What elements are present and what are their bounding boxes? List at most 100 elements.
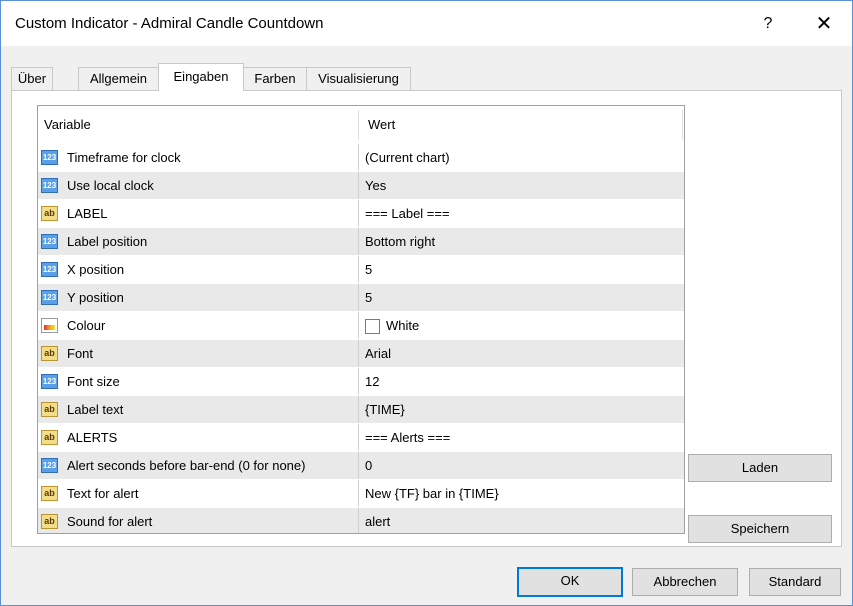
- cancel-button[interactable]: Abbrechen: [632, 568, 738, 596]
- table-row[interactable]: 123 Timeframe for clock (Current chart): [38, 143, 684, 172]
- variable-label: LABEL: [67, 206, 108, 221]
- inputs-grid: Variable Wert 123 Timeframe for clock (Cur…: [37, 105, 685, 534]
- variable-label: ALERTS: [67, 430, 118, 445]
- table-row[interactable]: 123 X position 5: [38, 255, 684, 284]
- value-label: === Alerts ===: [365, 430, 451, 445]
- table-row[interactable]: ab Font Arial: [38, 339, 684, 368]
- value-label: New {TF} bar in {TIME}: [365, 486, 499, 501]
- value-label: alert: [365, 514, 391, 529]
- number-icon: 123: [41, 374, 58, 389]
- number-icon: 123: [41, 458, 58, 473]
- table-row[interactable]: ab Label text {TIME}: [38, 395, 684, 424]
- value-label: 5: [365, 290, 373, 305]
- variable-label: Use local clock: [67, 178, 154, 193]
- table-row[interactable]: 123 Alert seconds before bar-end (0 for n…: [38, 451, 684, 480]
- dialog-window: Custom Indicator - Admiral Candle Countd…: [0, 0, 853, 606]
- text-icon: ab: [41, 402, 58, 417]
- variable-cell[interactable]: Colour: [38, 312, 358, 340]
- column-divider[interactable]: [682, 110, 683, 140]
- text-icon: ab: [41, 206, 58, 221]
- table-row[interactable]: 123 Use local clock Yes: [38, 171, 684, 200]
- variable-cell[interactable]: ab Label text: [38, 396, 358, 424]
- variable-label: Label text: [67, 402, 124, 417]
- title-bar: Custom Indicator - Admiral Candle Countd…: [1, 1, 852, 46]
- variable-cell[interactable]: 123 Timeframe for clock: [38, 144, 358, 172]
- value-cell[interactable]: 0: [358, 452, 682, 480]
- table-row[interactable]: 123 Y position 5: [38, 283, 684, 312]
- variable-cell[interactable]: 123 X position: [38, 256, 358, 284]
- variable-cell[interactable]: ab Text for alert: [38, 480, 358, 508]
- text-icon: ab: [41, 430, 58, 445]
- variable-cell[interactable]: ab ALERTS: [38, 424, 358, 452]
- text-icon: ab: [41, 486, 58, 501]
- value-cell[interactable]: Yes: [358, 172, 682, 200]
- tab-visualisierung[interactable]: Visualisierung: [306, 67, 411, 90]
- value-label: 5: [365, 262, 373, 277]
- table-row[interactable]: Colour White: [38, 311, 684, 340]
- help-button[interactable]: ?: [753, 11, 783, 37]
- tab-farben[interactable]: Farben: [243, 67, 307, 90]
- variable-cell[interactable]: 123 Use local clock: [38, 172, 358, 200]
- number-icon: 123: [41, 234, 58, 249]
- table-row[interactable]: ab LABEL === Label ===: [38, 199, 684, 228]
- variable-label: Font size: [67, 374, 120, 389]
- variable-cell[interactable]: 123 Font size: [38, 368, 358, 396]
- variable-label: Text for alert: [67, 486, 139, 501]
- variable-cell[interactable]: 123 Y position: [38, 284, 358, 312]
- variable-label: Font: [67, 346, 94, 361]
- column-divider[interactable]: [358, 110, 359, 140]
- value-label: (Current chart): [365, 150, 450, 165]
- load-button[interactable]: Laden: [688, 454, 832, 482]
- table-row[interactable]: ab ALERTS === Alerts ===: [38, 423, 684, 452]
- value-label: White: [386, 318, 420, 333]
- value-label: Bottom right: [365, 234, 436, 249]
- default-button[interactable]: Standard: [749, 568, 841, 596]
- table-row[interactable]: ab Sound for alert alert: [38, 507, 684, 533]
- tab-ueber[interactable]: Über: [11, 67, 53, 90]
- value-cell[interactable]: 5: [358, 284, 682, 312]
- value-cell[interactable]: 5: [358, 256, 682, 284]
- inputs-panel: Variable Wert 123 Timeframe for clock (Cur…: [11, 90, 842, 547]
- value-cell[interactable]: Arial: [358, 340, 682, 368]
- number-icon: 123: [41, 290, 58, 305]
- value-cell[interactable]: New {TF} bar in {TIME}: [358, 480, 682, 508]
- save-button[interactable]: Speichern: [688, 515, 832, 543]
- variable-cell[interactable]: ab Sound for alert: [38, 508, 358, 533]
- value-cell[interactable]: (Current chart): [358, 144, 682, 172]
- variable-label: Sound for alert: [67, 514, 153, 529]
- table-row[interactable]: 123 Label position Bottom right: [38, 227, 684, 256]
- value-column-header[interactable]: Wert: [368, 106, 395, 143]
- value-label: 0: [365, 458, 373, 473]
- value-cell[interactable]: === Label ===: [358, 200, 682, 228]
- value-label: Yes: [365, 178, 387, 193]
- ok-button[interactable]: OK: [517, 567, 623, 597]
- number-icon: 123: [41, 150, 58, 165]
- variable-label: Y position: [67, 290, 124, 305]
- variable-cell[interactable]: 123 Alert seconds before bar-end (0 for n…: [38, 452, 358, 480]
- value-label: {TIME}: [365, 402, 405, 417]
- variable-column-header[interactable]: Variable: [44, 106, 91, 143]
- grid-header: Variable Wert: [38, 106, 684, 143]
- text-icon: ab: [41, 346, 58, 361]
- number-icon: 123: [41, 178, 58, 193]
- value-cell[interactable]: alert: [358, 508, 682, 533]
- value-cell[interactable]: Bottom right: [358, 228, 682, 256]
- tab-allgemein[interactable]: Allgemein: [78, 67, 159, 90]
- window-title: Custom Indicator - Admiral Candle Countd…: [15, 15, 324, 32]
- table-row[interactable]: ab Text for alert New {TF} bar in {TIME}: [38, 479, 684, 508]
- value-cell[interactable]: {TIME}: [358, 396, 682, 424]
- value-cell[interactable]: 12: [358, 368, 682, 396]
- close-button[interactable]: ✕: [807, 11, 841, 37]
- color-swatch[interactable]: [365, 319, 380, 334]
- variable-cell[interactable]: ab LABEL: [38, 200, 358, 228]
- value-cell[interactable]: === Alerts ===: [358, 424, 682, 452]
- variable-cell[interactable]: ab Font: [38, 340, 358, 368]
- value-cell[interactable]: White: [358, 312, 682, 340]
- color-icon: [41, 318, 58, 333]
- variable-label: Timeframe for clock: [67, 150, 181, 165]
- variable-label: Label position: [67, 234, 148, 249]
- value-label: 12: [365, 374, 380, 389]
- table-row[interactable]: 123 Font size 12: [38, 367, 684, 396]
- variable-cell[interactable]: 123 Label position: [38, 228, 358, 256]
- tab-eingaben[interactable]: Eingaben: [158, 63, 244, 91]
